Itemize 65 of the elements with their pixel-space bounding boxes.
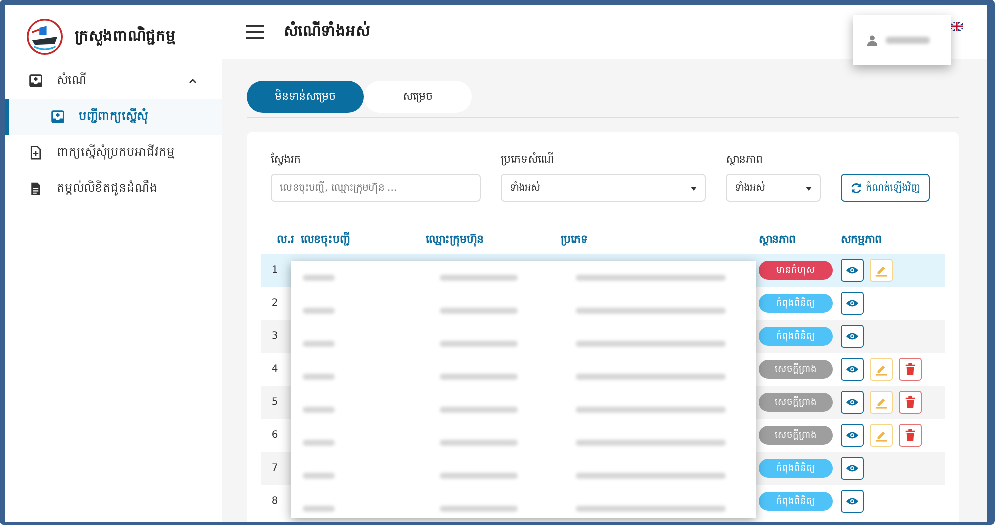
row-number: 3 xyxy=(270,331,280,342)
trash-icon xyxy=(904,363,917,376)
column-header: សកម្មភាព xyxy=(841,232,883,248)
search-field[interactable]: លេខចុះបញ្ជី, ឈ្មោះក្រុមហ៊ុន ... xyxy=(271,174,481,202)
ministry-logo-icon xyxy=(27,19,63,55)
view-button[interactable] xyxy=(841,325,864,348)
column-header: ប្រភេទ xyxy=(561,232,589,248)
refresh-icon xyxy=(850,182,863,194)
pencil-icon xyxy=(875,429,888,442)
sidebar-item[interactable]: សំណើ xyxy=(5,63,222,99)
type-dropdown[interactable]: ទាំងអស់ xyxy=(501,174,706,202)
column-header: ឈ្មោះក្រុមហ៊ុន xyxy=(426,232,485,248)
pencil-icon xyxy=(875,264,888,277)
view-button[interactable] xyxy=(841,358,864,381)
trash-icon xyxy=(904,396,917,409)
menu-icon[interactable] xyxy=(246,25,264,39)
ministry-title: ក្រសួងពាណិជ្ជកម្ម xyxy=(75,26,176,48)
status-dropdown[interactable]: ទាំងអស់ xyxy=(726,174,821,202)
tab[interactable]: មិនទាន់សម្រេច xyxy=(247,81,364,113)
sidebar-item[interactable]: ពាក្យស្នើសុំប្រកបអាជីវកម្ម xyxy=(5,135,222,171)
delete-button[interactable] xyxy=(899,424,922,447)
status-badge: សេចក្ដីព្រាង xyxy=(759,426,833,445)
status-badge: សេចក្ដីព្រាង xyxy=(759,360,833,379)
delete-button[interactable] xyxy=(899,358,922,381)
pencil-icon xyxy=(875,396,888,409)
view-button[interactable] xyxy=(841,292,864,315)
row-number: 2 xyxy=(270,298,280,309)
page-title: សំណើទាំងអស់ xyxy=(284,21,370,42)
sidebar-item[interactable]: តម្កល់លិខិតជូនដំណឹង xyxy=(5,171,222,207)
row-number: 5 xyxy=(270,397,280,408)
column-header: ល.រ xyxy=(276,232,296,248)
view-button[interactable] xyxy=(841,490,864,513)
column-header: លេខចុះបញ្ជី xyxy=(301,232,351,248)
field-label: ប្រភេទសំណើ xyxy=(501,152,555,168)
row-number: 6 xyxy=(270,430,280,441)
delete-button[interactable] xyxy=(899,391,922,414)
status-badge: កំពុងពិនិត្យ xyxy=(759,294,833,313)
inbox-icon xyxy=(29,74,43,88)
status-badge: សេចក្ដីព្រាង xyxy=(759,393,833,412)
inbox-icon xyxy=(51,110,65,124)
status-badge: មានកំហុស xyxy=(759,261,833,280)
view-button[interactable] xyxy=(841,457,864,480)
document-icon xyxy=(29,182,43,196)
column-header: ស្ថានភាព xyxy=(759,232,797,248)
sidebar-subitem[interactable]: បញ្ជីពាក្យស្នើសុំ xyxy=(5,99,222,135)
file-plus-icon xyxy=(29,146,43,160)
tab[interactable]: សម្រេច xyxy=(364,81,472,113)
blurred-text xyxy=(886,36,930,44)
row-number: 8 xyxy=(270,496,280,507)
field-label: ស្វែងរក xyxy=(271,152,302,168)
row-number: 4 xyxy=(270,364,280,375)
user-icon xyxy=(867,34,878,46)
view-button[interactable] xyxy=(841,391,864,414)
flag-icon[interactable] xyxy=(951,22,963,30)
view-button[interactable] xyxy=(841,259,864,282)
reset-button[interactable]: កំណត់ឡើងវិញ xyxy=(841,174,930,202)
status-badge: កំពុងពិនិត្យ xyxy=(759,492,833,511)
trash-icon xyxy=(904,429,917,442)
row-number: 1 xyxy=(270,265,280,276)
status-badge: កំពុងពិនិត្យ xyxy=(759,327,833,346)
view-button[interactable] xyxy=(841,424,864,447)
pencil-icon xyxy=(875,363,888,376)
status-badge: កំពុងពិនិត្យ xyxy=(759,459,833,478)
field-label: ស្ថានភាព xyxy=(726,152,764,168)
row-number: 7 xyxy=(270,463,280,474)
